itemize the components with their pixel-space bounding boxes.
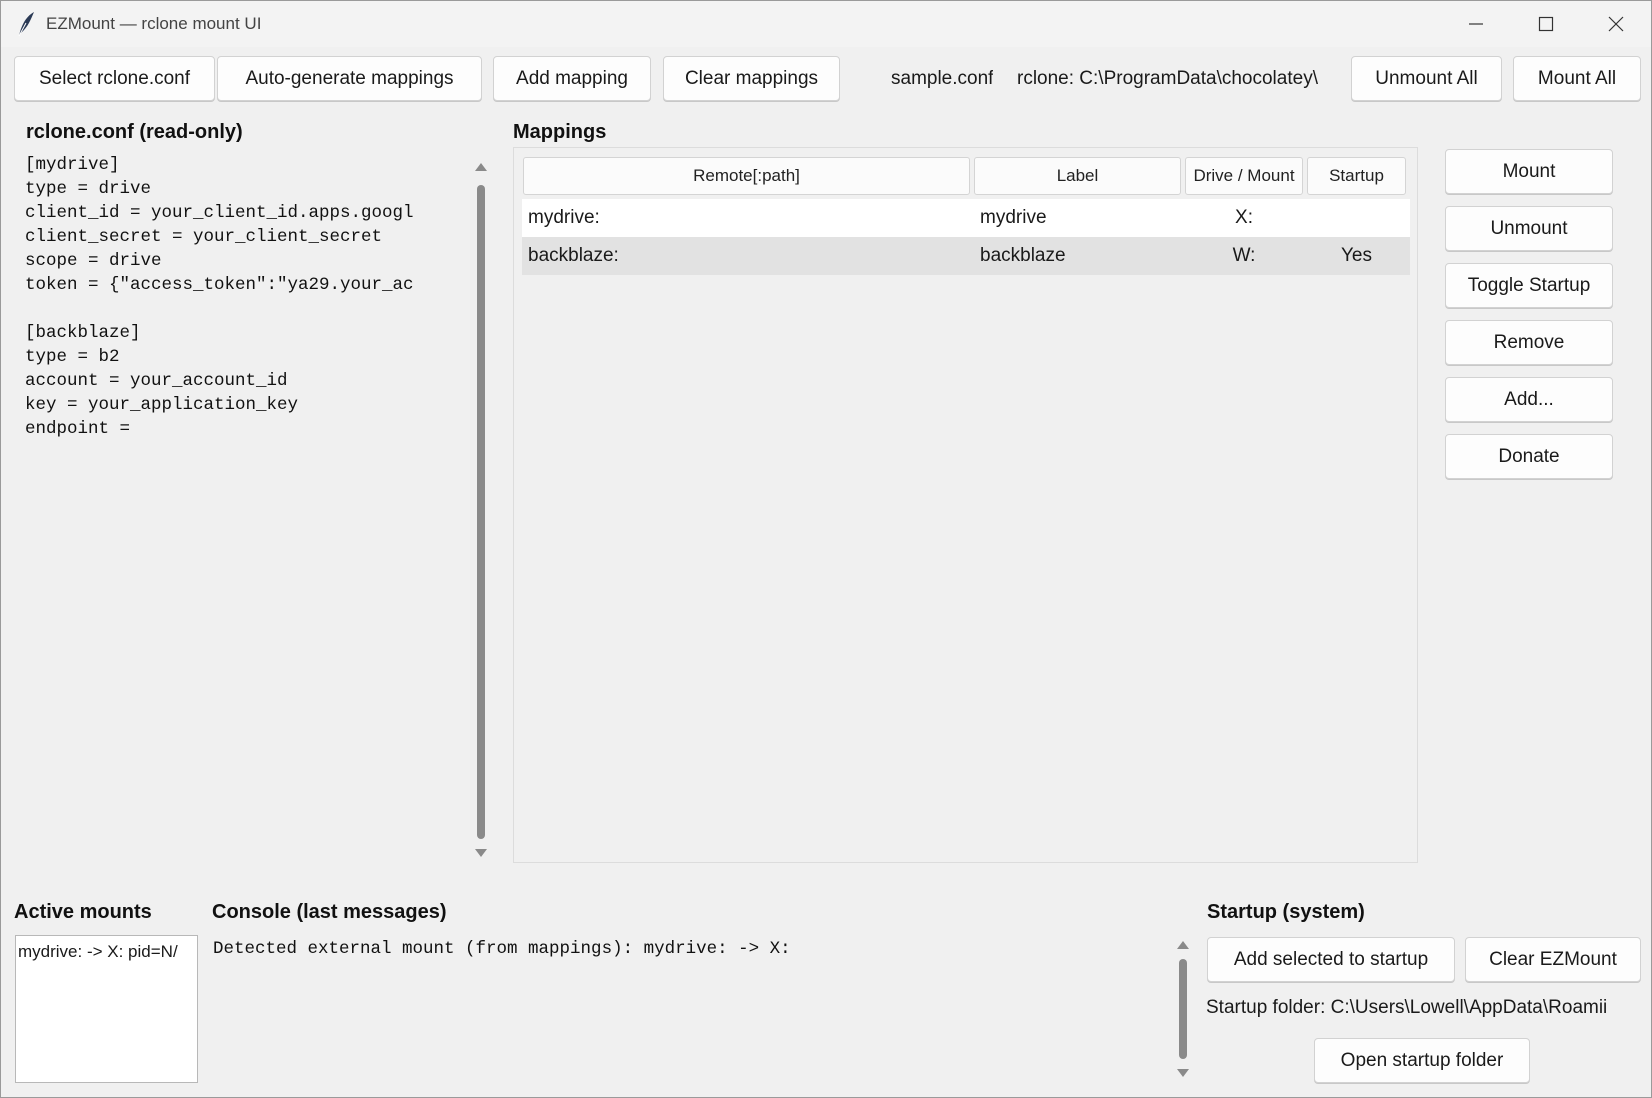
column-header-startup[interactable]: Startup (1307, 157, 1406, 195)
column-header-label[interactable]: Label (974, 157, 1181, 195)
scroll-down-arrow-icon[interactable] (1177, 1069, 1189, 1077)
console-output: Detected external mount (from mappings):… (213, 939, 791, 959)
minimize-icon (1469, 23, 1483, 25)
clear-ezmount-button[interactable]: Clear EZMount (1465, 937, 1641, 982)
scroll-thumb[interactable] (1179, 959, 1187, 1059)
table-row[interactable]: mydrive: mydrive X: (522, 199, 1410, 237)
add-mapping-button[interactable]: Add mapping (493, 56, 651, 101)
toggle-startup-button[interactable]: Toggle Startup (1445, 263, 1613, 308)
scroll-up-arrow-icon[interactable] (475, 163, 487, 171)
cell-drive: W: (1232, 245, 1256, 266)
mount-all-button[interactable]: Mount All (1513, 56, 1641, 101)
config-line: account = your_account_id (25, 371, 288, 391)
add-button[interactable]: Add... (1445, 377, 1613, 422)
select-conf-button[interactable]: Select rclone.conf (14, 56, 215, 101)
column-header-remote[interactable]: Remote[:path] (523, 157, 970, 195)
close-button[interactable] (1581, 1, 1651, 47)
rclone-path-label: rclone: C:\ProgramData\chocolatey\ (1017, 68, 1318, 89)
config-line: type = drive (25, 179, 152, 199)
active-mounts-list[interactable]: mydrive: -> X: pid=N/ (15, 935, 198, 1083)
maximize-icon (1538, 16, 1554, 32)
cell-drive: X: (1235, 207, 1253, 228)
config-line (25, 297, 473, 321)
config-scrollbar[interactable] (472, 159, 490, 863)
mappings-table[interactable]: Remote[:path] Label Drive / Mount Startu… (513, 147, 1418, 863)
unmount-all-button[interactable]: Unmount All (1351, 56, 1502, 101)
column-header-drive[interactable]: Drive / Mount (1185, 157, 1303, 195)
scroll-thumb[interactable] (477, 185, 485, 839)
clear-mappings-button[interactable]: Clear mappings (663, 56, 840, 101)
app-window: EZMount — rclone mount UI Select rclone.… (0, 0, 1652, 1098)
config-line: client_id = your_client_id.apps.googl (25, 203, 414, 223)
cell-startup (1307, 199, 1406, 237)
cell-label: mydrive (980, 207, 1047, 228)
table-row[interactable]: backblaze: backblaze W: Yes (522, 237, 1410, 275)
config-line: [backblaze] (25, 323, 141, 343)
minimize-button[interactable] (1441, 1, 1511, 47)
add-selected-to-startup-button[interactable]: Add selected to startup (1207, 937, 1455, 982)
auto-generate-button[interactable]: Auto-generate mappings (217, 56, 482, 101)
mount-button[interactable]: Mount (1445, 149, 1613, 194)
maximize-button[interactable] (1511, 1, 1581, 47)
cell-remote: backblaze: (528, 245, 619, 266)
cell-remote: mydrive: (528, 207, 600, 228)
conf-name-label: sample.conf (891, 68, 994, 89)
config-line: scope = drive (25, 251, 162, 271)
config-text-area[interactable]: [mydrive] type = drive client_id = your_… (25, 153, 473, 863)
console-heading: Console (last messages) (212, 901, 447, 923)
config-line: token = {"access_token":"ya29.your_ac (25, 275, 414, 295)
remove-button[interactable]: Remove (1445, 320, 1613, 365)
close-icon (1608, 16, 1624, 32)
startup-heading: Startup (system) (1207, 901, 1365, 923)
donate-button[interactable]: Donate (1445, 434, 1613, 479)
config-line: [mydrive] (25, 155, 120, 175)
config-line: key = your_application_key (25, 395, 299, 415)
list-item[interactable]: mydrive: -> X: pid=N/ (16, 936, 197, 962)
mappings-heading: Mappings (513, 121, 607, 143)
window-title: EZMount — rclone mount UI (46, 14, 262, 33)
feather-icon (18, 12, 34, 37)
config-line: client_secret = your_client_secret (25, 227, 383, 247)
title-bar: EZMount — rclone mount UI (1, 1, 1651, 47)
startup-folder-label: Startup folder: C:\Users\Lowell\AppData\… (1206, 997, 1608, 1018)
config-heading: rclone.conf (read-only) (26, 121, 243, 143)
unmount-button[interactable]: Unmount (1445, 206, 1613, 251)
active-mounts-heading: Active mounts (14, 901, 152, 923)
config-line: endpoint = (25, 419, 131, 439)
cell-startup: Yes (1341, 245, 1372, 266)
open-startup-folder-button[interactable]: Open startup folder (1314, 1038, 1530, 1083)
console-scrollbar[interactable] (1174, 937, 1192, 1083)
scroll-down-arrow-icon[interactable] (475, 849, 487, 857)
scroll-up-arrow-icon[interactable] (1177, 941, 1189, 949)
config-line: type = b2 (25, 347, 120, 367)
cell-label: backblaze (980, 245, 1066, 266)
